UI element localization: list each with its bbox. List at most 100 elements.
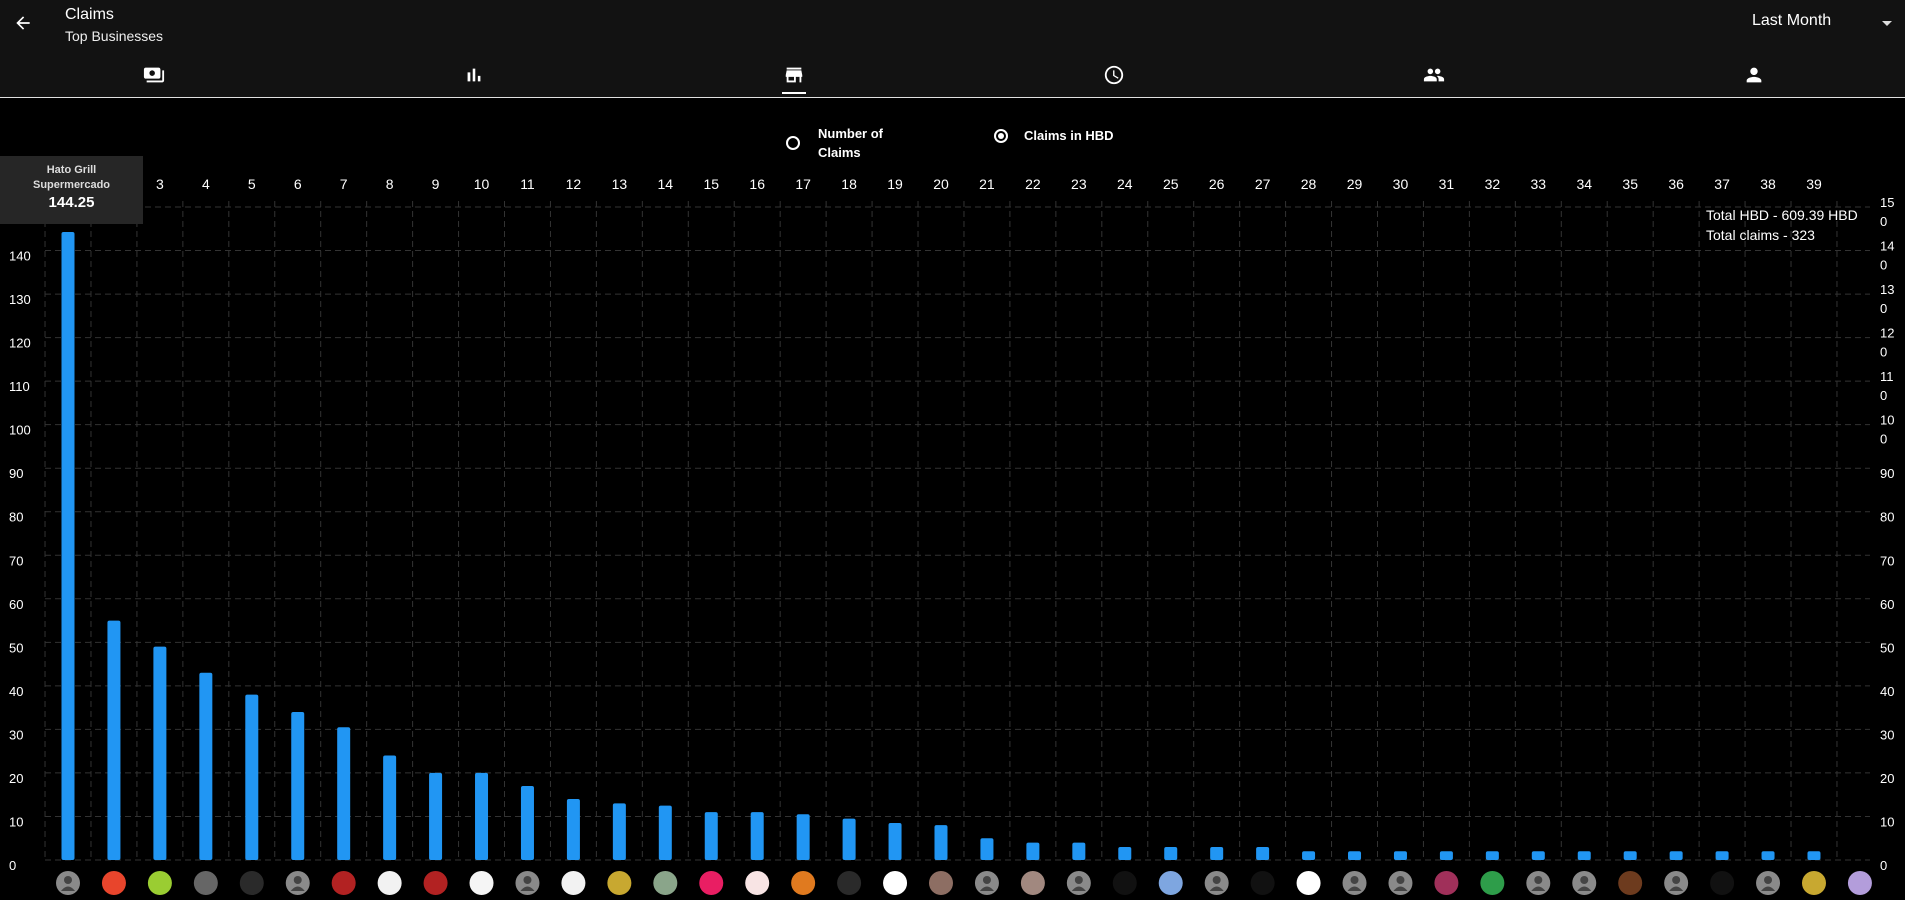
x-tick-label: 4 xyxy=(202,176,210,192)
bar xyxy=(796,814,810,860)
x-tick-label: 9 xyxy=(432,176,440,192)
avatar-person-icon xyxy=(1672,876,1681,884)
avatar-person-icon xyxy=(1534,876,1543,884)
avatar-person-icon xyxy=(1396,876,1405,884)
y-tick-label-right: 14 xyxy=(1880,239,1894,254)
tooltip-value: 144.25 xyxy=(48,194,95,211)
bar xyxy=(842,818,856,860)
total-claims: Total claims - 323 xyxy=(1706,227,1815,243)
business-avatar xyxy=(469,871,494,895)
y-tick-label-right: 60 xyxy=(1880,597,1894,612)
bar xyxy=(1623,851,1637,860)
x-tick-label: 39 xyxy=(1806,176,1822,192)
x-tick-label: 28 xyxy=(1301,176,1317,192)
y-tick-label-right: 40 xyxy=(1880,684,1894,699)
business-avatar xyxy=(699,871,724,895)
avatar-person-icon xyxy=(523,876,532,884)
y-tick-label-right: 0 xyxy=(1880,345,1887,360)
business-avatar xyxy=(928,871,953,895)
x-tick-label: 13 xyxy=(612,176,628,192)
business-avatar xyxy=(653,871,678,895)
bar xyxy=(980,838,994,860)
x-tick-label: 36 xyxy=(1668,176,1684,192)
avatar-person-icon xyxy=(1350,876,1359,884)
x-tick-label: 24 xyxy=(1117,176,1133,192)
bar xyxy=(291,711,305,860)
business-avatar xyxy=(791,871,816,895)
x-tick-label: 20 xyxy=(933,176,949,192)
bar xyxy=(107,620,121,860)
bar xyxy=(1531,851,1545,860)
bar xyxy=(1393,851,1407,860)
x-tick-label: 12 xyxy=(566,176,582,192)
business-avatar xyxy=(1710,871,1735,895)
y-tick-label-right: 0 xyxy=(1880,432,1887,447)
total-hbd: Total HBD - 609.39 HBD xyxy=(1706,207,1858,223)
y-tick-label-left: 90 xyxy=(9,466,23,481)
y-tick-label-right: 70 xyxy=(1880,553,1894,568)
x-tick-label: 35 xyxy=(1622,176,1638,192)
x-tick-label: 15 xyxy=(703,176,719,192)
business-avatar xyxy=(607,871,632,895)
business-avatar xyxy=(1847,871,1872,895)
x-tick-label: 33 xyxy=(1531,176,1547,192)
y-tick-label-right: 0 xyxy=(1880,858,1887,873)
avatar-person-icon xyxy=(1074,876,1083,884)
business-avatar xyxy=(331,871,356,895)
x-tick-label: 17 xyxy=(795,176,811,192)
x-tick-label: 10 xyxy=(474,176,490,192)
business-avatar xyxy=(745,871,770,895)
bar xyxy=(1302,851,1316,860)
bar xyxy=(153,646,167,860)
x-tick-label: 21 xyxy=(979,176,995,192)
y-tick-label-right: 0 xyxy=(1880,258,1887,273)
y-tick-label-left: 60 xyxy=(9,597,23,612)
business-avatar xyxy=(423,871,448,895)
y-tick-label-right: 10 xyxy=(1880,814,1894,829)
y-tick-label-left: 20 xyxy=(9,771,23,786)
business-avatar xyxy=(147,871,172,895)
x-tick-label: 11 xyxy=(520,176,535,192)
bar xyxy=(1761,851,1775,860)
avatar-person-icon xyxy=(982,876,991,884)
business-avatar xyxy=(193,871,218,895)
x-tick-label: 8 xyxy=(386,176,394,192)
y-tick-label-right: 20 xyxy=(1880,771,1894,786)
x-tick-label: 32 xyxy=(1485,176,1501,192)
bar xyxy=(704,812,718,860)
business-avatar xyxy=(1020,871,1045,895)
bar xyxy=(750,812,764,860)
bar xyxy=(934,825,948,860)
avatar-person-icon xyxy=(1212,876,1221,884)
x-tick-label: 3 xyxy=(156,176,164,192)
bar xyxy=(1072,842,1086,860)
bar xyxy=(1118,846,1132,860)
x-tick-label: 30 xyxy=(1393,176,1409,192)
business-avatar xyxy=(1296,871,1321,895)
x-tick-label: 5 xyxy=(248,176,256,192)
bar xyxy=(612,803,626,860)
y-tick-label-right: 11 xyxy=(1880,369,1894,384)
bar xyxy=(658,805,672,860)
bar xyxy=(1577,851,1591,860)
bar xyxy=(1485,851,1499,860)
bar xyxy=(1807,851,1821,860)
bar xyxy=(245,694,259,860)
bar xyxy=(337,727,351,860)
x-tick-label: 38 xyxy=(1760,176,1776,192)
x-tick-label: 14 xyxy=(658,176,674,192)
bar-tooltip: Hato Grill Supermercado 144.25 xyxy=(0,156,143,224)
bar xyxy=(429,772,443,860)
bar xyxy=(1715,851,1729,860)
x-tick-label: 25 xyxy=(1163,176,1179,192)
bar xyxy=(383,755,397,860)
business-avatar xyxy=(1480,871,1505,895)
y-tick-label-left: 120 xyxy=(9,336,31,351)
business-avatar xyxy=(1618,871,1643,895)
y-tick-label-right: 0 xyxy=(1880,301,1887,316)
y-tick-label-right: 15 xyxy=(1880,195,1894,210)
bar xyxy=(1026,842,1040,860)
y-tick-label-right: 30 xyxy=(1880,727,1894,742)
business-avatar xyxy=(1158,871,1183,895)
business-avatar xyxy=(1250,871,1275,895)
